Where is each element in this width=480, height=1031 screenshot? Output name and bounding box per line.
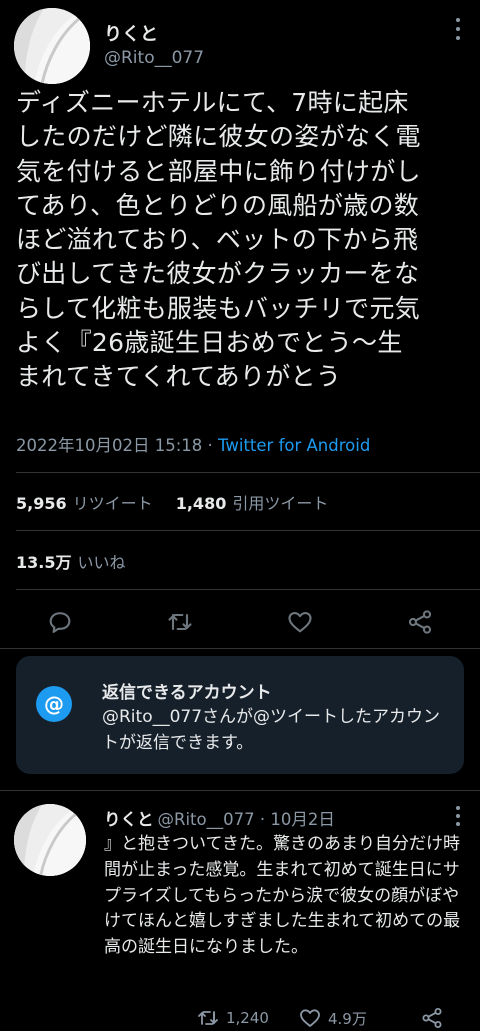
reply-author-name[interactable]: りくと — [104, 810, 154, 829]
reply-like-count: 4.9万 — [328, 1009, 367, 1028]
reply-retweet-button[interactable]: 1,240 — [196, 1004, 269, 1031]
avatar-image — [14, 804, 86, 876]
divider — [16, 589, 480, 590]
more-options-icon[interactable] — [454, 806, 462, 826]
tweet-text-line: よく『26歳誕生日おめでとう〜生 — [16, 328, 403, 358]
retweets-label: リツイート — [72, 494, 153, 513]
at-icon: @ — [36, 686, 72, 722]
retweets-stat[interactable]: 5,956 リツイート — [16, 494, 153, 513]
reply-button[interactable] — [46, 608, 74, 636]
more-options-icon[interactable] — [454, 18, 462, 40]
reply-author-avatar[interactable] — [14, 804, 86, 876]
tweet-text-line: び出してきた彼女がクラッカーをな — [16, 259, 420, 289]
tweet-text-line: まれてきてくれてありがとう — [16, 362, 342, 392]
reply-text: 』と抱きついてきた。驚きのあまり自分だけ時間が止まった感覚。生まれて初めて誕生日… — [104, 834, 461, 958]
heart-icon — [300, 1009, 320, 1027]
retweet-button[interactable] — [166, 608, 194, 636]
likes-count: 13.5万 — [16, 553, 72, 572]
reply-header: りくと @Rito__077 · 10月2日 — [104, 806, 335, 830]
share-icon — [422, 1008, 442, 1028]
quotes-stat[interactable]: 1,480 引用ツイート — [176, 494, 329, 513]
retweets-count: 5,956 — [16, 494, 67, 513]
author-name[interactable]: りくと — [104, 20, 158, 46]
meta-separator: · — [202, 436, 219, 455]
retweet-stats: 5,956 リツイート 1,480 引用ツイート — [16, 490, 328, 514]
tweet-text-line: ディズニーホテルにて、7時に起床 — [16, 88, 409, 117]
divider — [16, 472, 480, 473]
comment-icon — [49, 612, 71, 633]
tweet-text-line: 気を付けると部屋中に飾り付けがし — [16, 156, 421, 186]
heart-icon — [288, 611, 312, 633]
likes-stat[interactable]: 13.5万 いいね — [16, 549, 126, 573]
author-handle[interactable]: @Rito__077 — [104, 48, 204, 68]
divider — [0, 790, 480, 791]
tweet-meta: 2022年10月02日 15:18 · Twitter for Android — [16, 432, 370, 456]
reply-share-button[interactable] — [420, 1004, 450, 1031]
tweet-text: ディズニーホテルにて、7時に起床 したのだけど隣に彼女の姿がなく電 気を付けると… — [16, 86, 472, 395]
quotes-label: 引用ツイート — [232, 494, 329, 513]
reply-author-meta[interactable]: @Rito__077 · 10月2日 — [158, 810, 335, 829]
tweet-source-link[interactable]: Twitter for Android — [218, 436, 370, 455]
tweet-text-line: したのだけど隣に彼女の姿がなく電 — [16, 122, 421, 152]
share-icon — [408, 610, 432, 634]
likes-label: いいね — [77, 553, 126, 572]
tweet-timestamp[interactable]: 2022年10月02日 15:18 — [16, 436, 202, 455]
reply-restriction-card: @ 返信できるアカウント @Rito__077さんが@ツイートしたアカウントが返… — [16, 656, 464, 774]
tweet-text-line: らして化粧も服装もバッチリで元気 — [16, 293, 421, 323]
author-avatar[interactable] — [14, 8, 90, 84]
reply-like-button[interactable]: 4.9万 — [298, 1004, 367, 1031]
tweet-text-line: てあり、色とりどりの風船が歳の数 — [16, 190, 420, 220]
reply-retweet-count: 1,240 — [226, 1009, 269, 1027]
retweet-icon — [198, 1011, 218, 1025]
share-button[interactable] — [406, 608, 434, 636]
tweet-text-line: ほど溢れており、ベットの下から飛 — [16, 225, 419, 255]
reply-restriction-title: 返信できるアカウント — [102, 683, 272, 703]
retweet-icon — [168, 613, 192, 631]
quotes-count: 1,480 — [175, 494, 227, 513]
like-button[interactable] — [286, 608, 314, 636]
divider — [0, 648, 480, 649]
divider — [16, 530, 480, 531]
reply-restriction-description: @Rito__077さんが@ツイートしたアカウントが返信できます。 — [102, 707, 441, 753]
avatar-image — [14, 8, 90, 84]
